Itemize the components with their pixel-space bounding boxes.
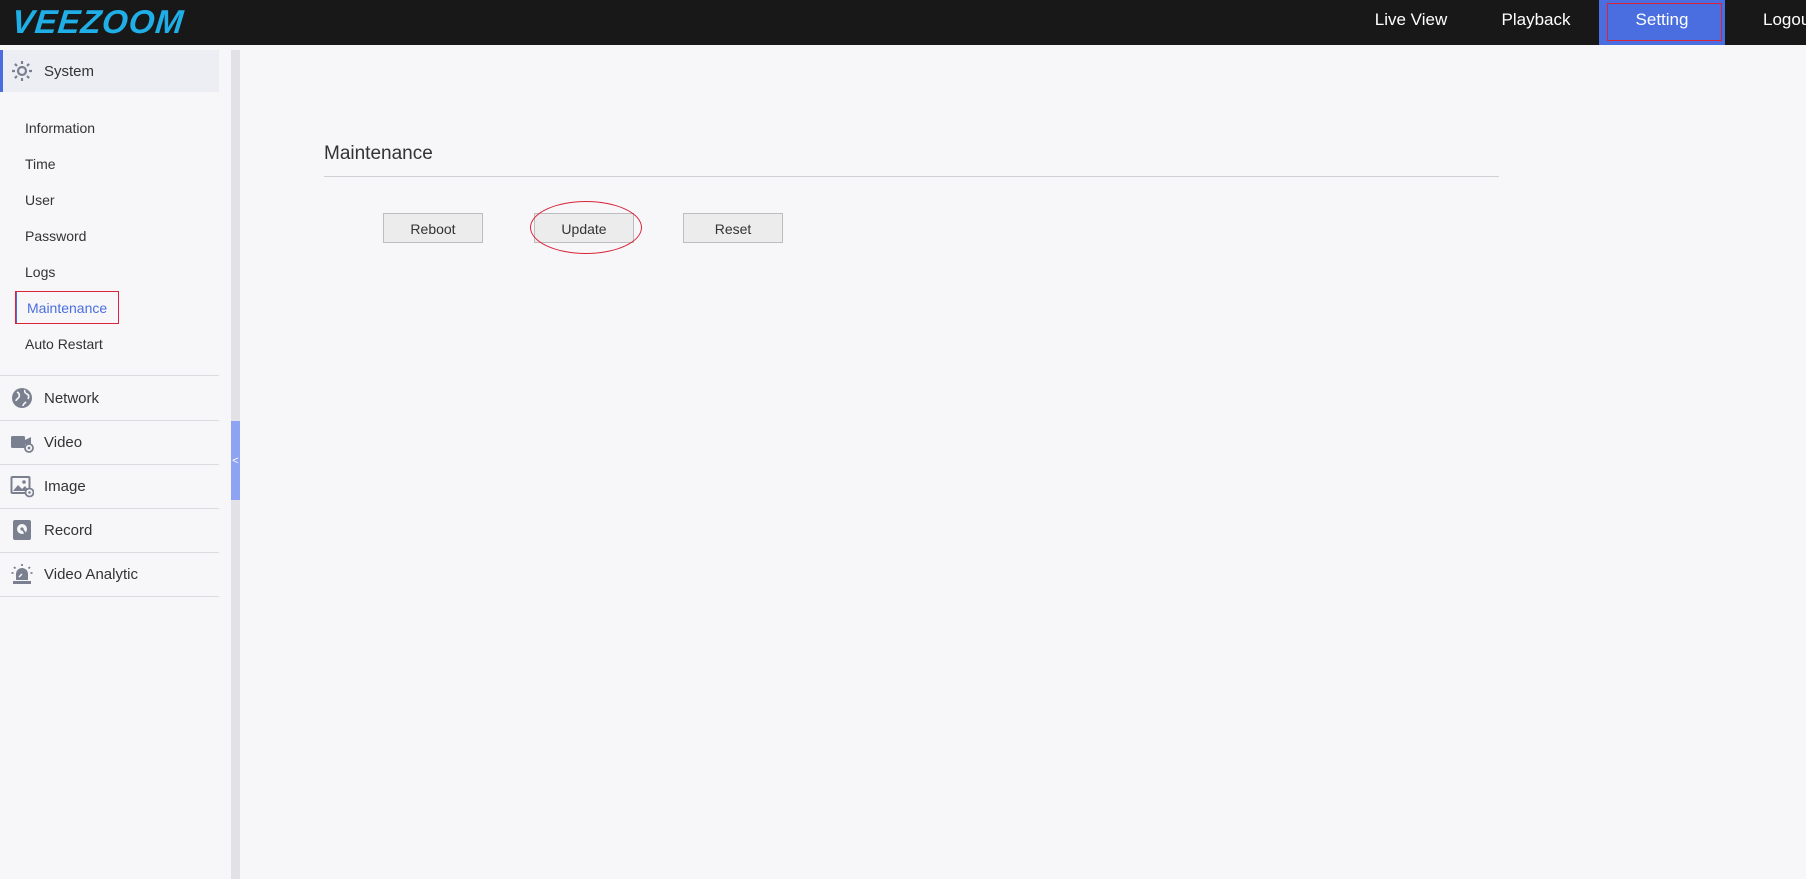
divider — [0, 375, 219, 376]
active-item-indicator — [15, 291, 17, 324]
sidebar-section-label: Record — [44, 521, 93, 539]
sidebar-item-user[interactable]: User — [25, 190, 55, 210]
reboot-button[interactable]: Reboot — [383, 213, 483, 243]
sidebar-item-information[interactable]: Information — [25, 118, 95, 138]
sidebar-section-record[interactable]: Record — [0, 509, 219, 551]
sidebar-section-label: Image — [44, 477, 86, 495]
sidebar-section-label: System — [44, 62, 95, 80]
top-bar: VEEZOOM Live View Playback Setting Logou… — [0, 0, 1806, 45]
globe-icon — [9, 385, 35, 411]
sidebar-item-password[interactable]: Password — [25, 226, 86, 246]
page-title: Maintenance — [324, 143, 433, 164]
nav-playback[interactable]: Playback — [1485, 0, 1587, 45]
divider — [0, 596, 219, 597]
sidebar-collapse-handle[interactable]: < — [231, 421, 240, 500]
gear-icon — [9, 58, 35, 84]
sidebar-section-video[interactable]: Video — [0, 421, 219, 463]
sidebar-section-label: Video — [44, 433, 83, 451]
video-camera-icon — [9, 429, 35, 455]
sidebar-item-maintenance[interactable]: Maintenance — [27, 298, 107, 318]
nav-setting[interactable]: Setting — [1599, 0, 1725, 45]
sidebar-item-auto-restart[interactable]: Auto Restart — [25, 334, 103, 354]
nav-logout[interactable]: Logout — [1748, 0, 1806, 45]
sidebar-item-logs[interactable]: Logs — [25, 262, 55, 282]
sidebar-section-label: Video Analytic — [44, 565, 138, 583]
update-button[interactable]: Update — [534, 213, 634, 243]
brand-logo: VEEZOOM — [10, 3, 187, 40]
sidebar-item-time[interactable]: Time — [25, 154, 56, 174]
record-disk-icon — [9, 517, 35, 543]
sidebar-section-label: Network — [44, 389, 100, 407]
sidebar-section-network[interactable]: Network — [0, 377, 219, 419]
sidebar-section-video-analytic[interactable]: Video Analytic — [0, 553, 219, 595]
alarm-light-icon — [9, 561, 35, 587]
divider — [324, 176, 1499, 177]
sidebar-section-system[interactable]: System — [0, 50, 219, 92]
chevron-left-icon: < — [232, 454, 239, 467]
nav-live-view[interactable]: Live View — [1360, 0, 1462, 45]
reset-button[interactable]: Reset — [683, 213, 783, 243]
sidebar-section-image[interactable]: Image — [0, 465, 219, 507]
image-icon — [9, 473, 35, 499]
sidebar: System Information Time User Password Lo… — [0, 45, 232, 879]
nav-setting-label: Setting — [1635, 10, 1689, 29]
